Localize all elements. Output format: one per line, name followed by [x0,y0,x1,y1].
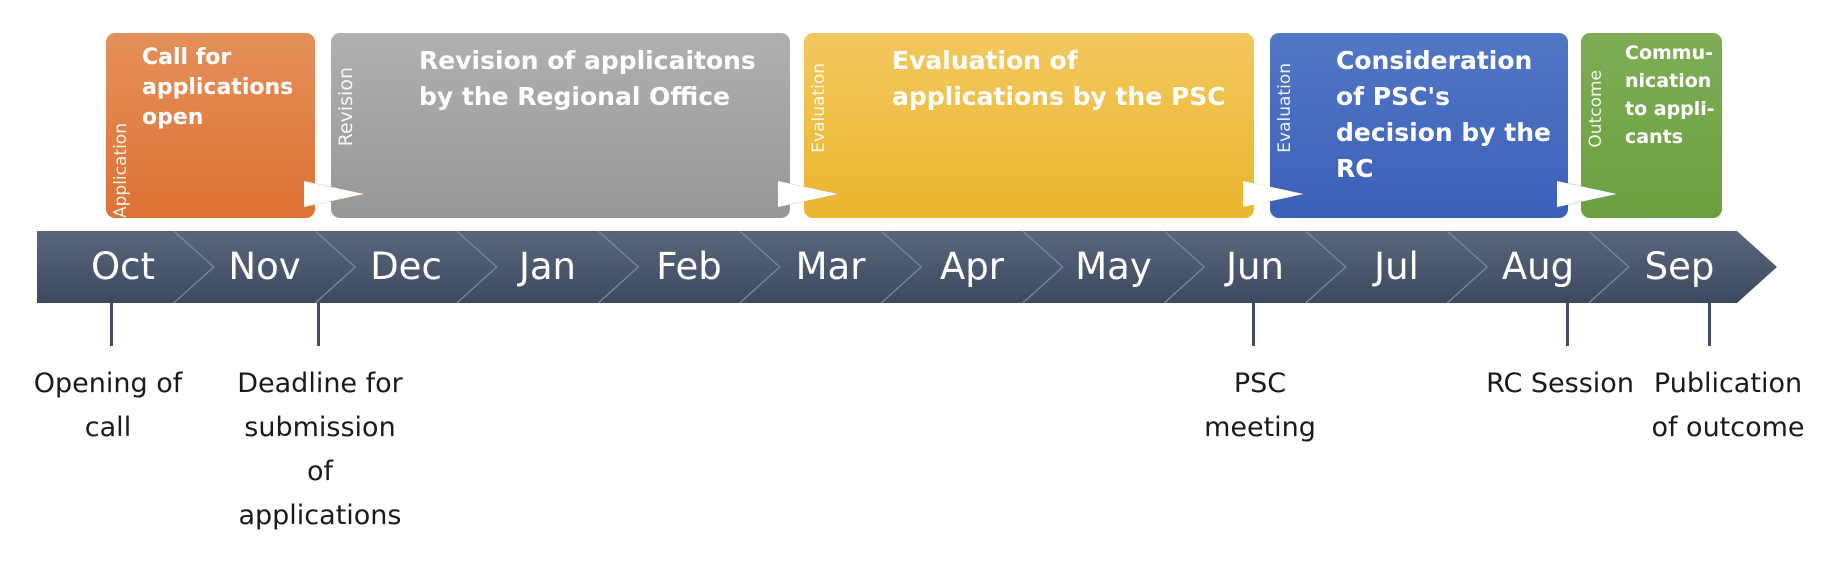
milestone-tick [1566,303,1569,346]
phase-category-label: Evaluation [809,63,829,153]
transition-arrow-icon [1557,181,1617,207]
month-label: Feb [656,245,722,288]
phase-evaluation-rc: Evaluation Consideration of PSC's decisi… [1270,33,1568,218]
transition-arrow-icon [778,181,838,207]
phase-title: Call for applications open [142,45,294,130]
milestone-label: Deadline for submission of applications [237,368,403,531]
month-label: Nov [228,245,301,288]
milestone-label: Publication of outcome [1651,368,1805,443]
transition-arrow-icon [1243,181,1303,207]
phase-category-label: Application [111,123,131,218]
month-label: Jun [1226,245,1284,288]
month-label: Sep [1644,245,1715,288]
month-label: Mar [795,245,866,288]
milestone-label: Opening of call [33,368,183,443]
phase-title: Evaluation of applications by the PSC [892,46,1226,111]
milestone-tick [1252,303,1255,346]
phase-title: Revision of applicaitons by the Regional… [419,46,756,111]
milestone-tick [110,303,113,346]
milestone-label: PSC meeting [1204,368,1316,443]
phase-category-label: Evaluation [1275,63,1295,153]
milestone-tick [317,303,320,346]
phase-category-label: Outcome [1586,70,1606,148]
phase-application: Application Call for applications open [106,33,315,218]
phase-title: Consideration of PSC's decision by the R… [1336,46,1551,183]
month-label: Jul [1374,245,1419,288]
phase-title: Commu-nication to appli-cants [1625,42,1715,148]
transition-arrow-icon [304,181,364,207]
phase-evaluation-psc: Evaluation Evaluation of applications by… [804,33,1254,218]
month-label: Apr [939,245,1004,288]
month-label: Oct [91,245,155,288]
phase-revision: Revision Revision of applicaitons by the… [331,33,790,218]
month-label: Jan [518,245,577,288]
month-label: May [1075,245,1152,288]
month-label: Dec [370,245,442,288]
milestone-label: RC Session [1486,368,1634,399]
milestone-tick [1708,303,1711,346]
month-label: Aug [1501,245,1575,288]
phase-category-label: Revision [335,66,357,146]
